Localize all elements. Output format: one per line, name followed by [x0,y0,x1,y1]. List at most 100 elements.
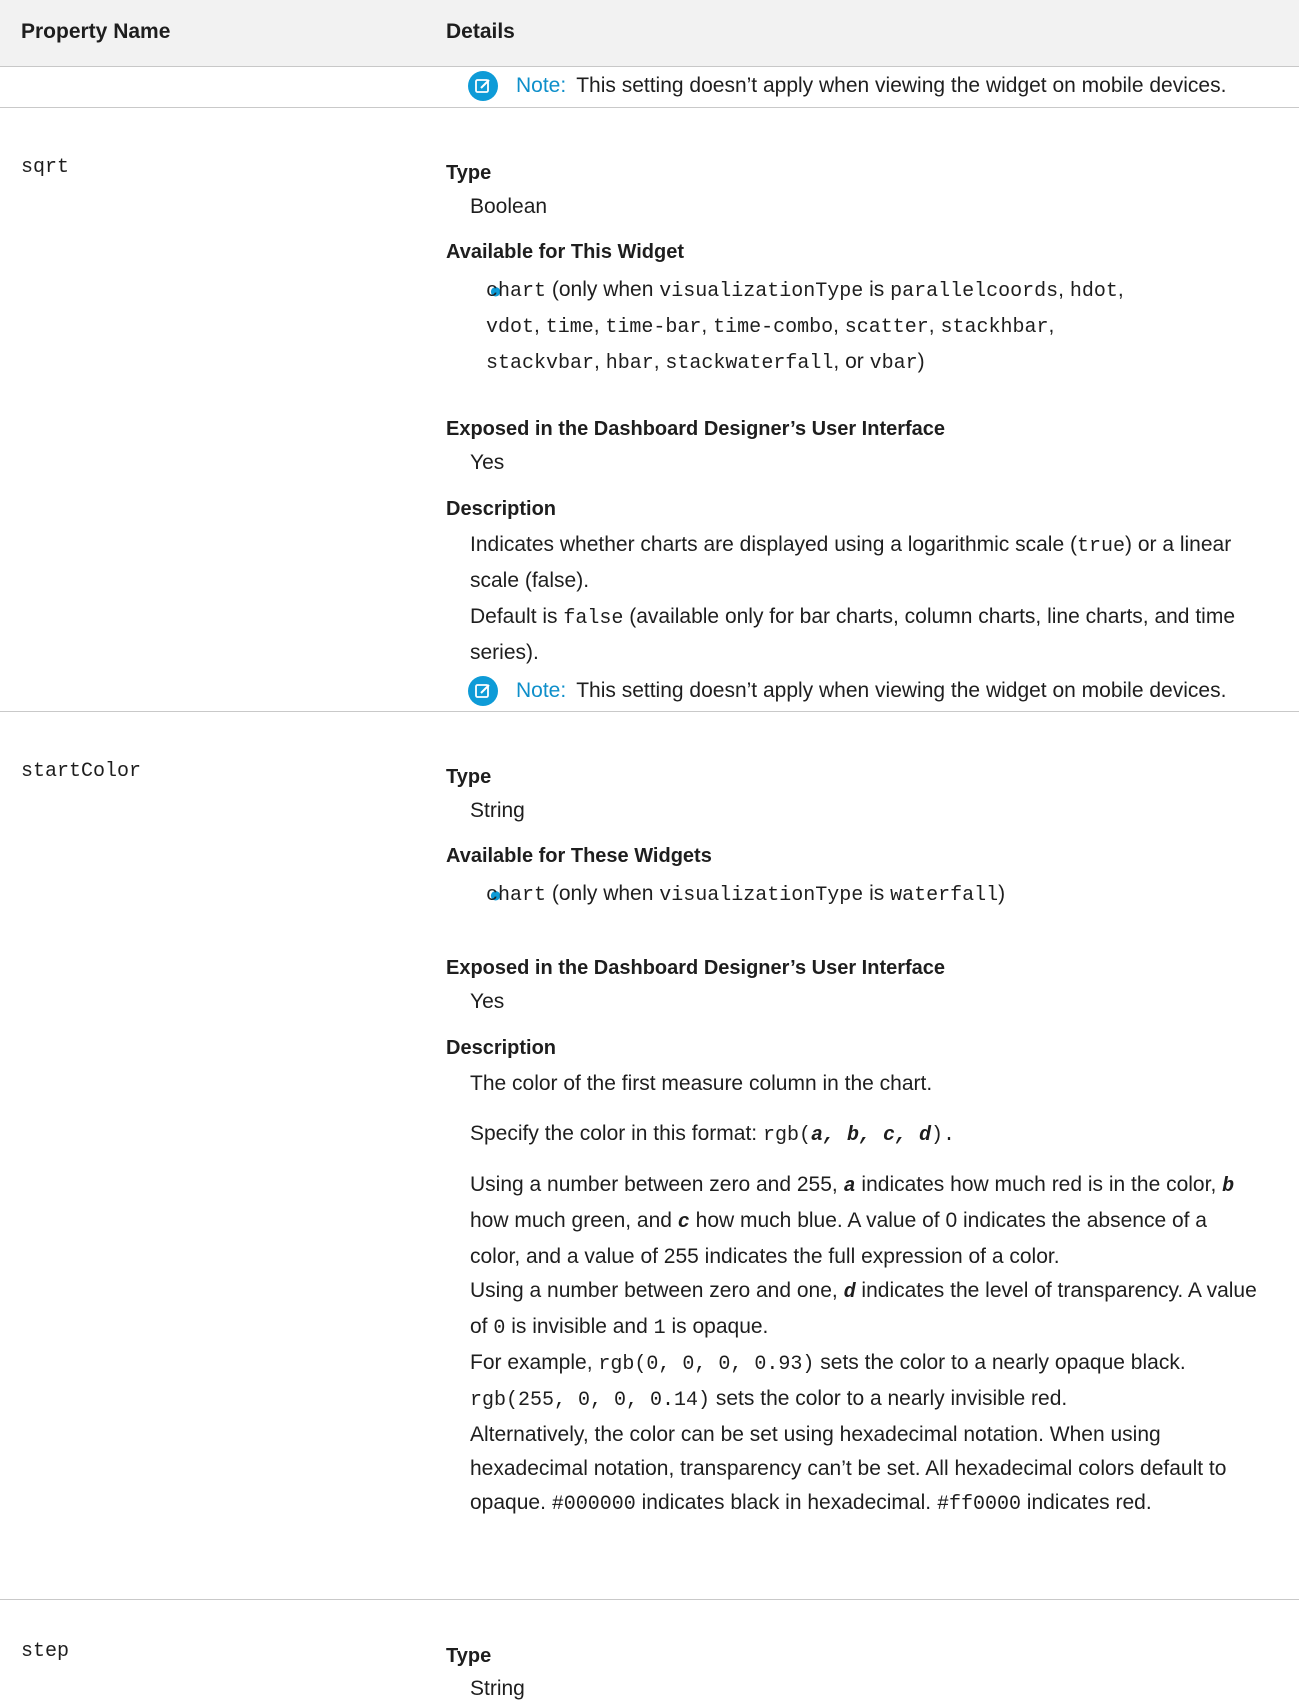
code: rgb( [762,1124,811,1147]
type-label: Type [446,1645,492,1667]
text: ) [917,350,925,373]
exposed-label: Exposed in the Dashboard Designer’s User… [446,418,946,440]
description-label: Description [446,498,557,520]
code: ). [931,1124,956,1147]
text: how much green, and [470,1209,678,1232]
text: indicates black in hexadecimal. [635,1491,937,1514]
description-paragraph: Using a number between zero and one, d i… [470,1274,1284,1346]
code: 0 [493,1317,506,1340]
text: Default is [470,605,564,628]
text: hexadecimal notation, transparency can’t… [470,1457,1227,1480]
note: Note: This setting doesn’t apply when vi… [468,676,1226,706]
edit-note-icon [468,71,498,101]
code-italic: b [1222,1175,1235,1198]
type-value: Boolean [470,195,548,218]
column-header-property-name: Property Name [21,20,171,43]
description-paragraph: Default is false (available only for bar… [470,600,1284,670]
available-label: Available for This Widget [446,241,684,263]
code: scatter [844,316,929,339]
text: is invisible and [505,1315,654,1338]
text: of [470,1315,494,1338]
text: , [594,350,606,373]
text: , [1117,278,1124,301]
text: indicates red. [1020,1491,1152,1514]
text: ) or a linear [1125,533,1232,556]
description-paragraph: Alternatively, the color can be set usin… [470,1418,1284,1522]
description-paragraph: For example, rgb(0, 0, 0, 0.93) sets the… [470,1346,1284,1418]
type-value: String [470,799,525,822]
text: series). [470,641,539,664]
type-label: Type [446,766,492,788]
property-name: sqrt [21,156,70,179]
text: , [701,314,714,337]
note-label: Note: [516,679,567,702]
code: #ff0000 [936,1493,1021,1516]
code: visualizationType [659,884,864,907]
table-row: step Type String [0,1600,1299,1700]
text: how much blue. A value of 0 indicates th… [689,1209,1207,1232]
exposed-value: Yes [470,451,505,474]
text: , [1048,314,1055,337]
text: Specify the color in this format: [470,1122,763,1145]
code: time-combo [713,316,834,339]
code: chart [486,884,547,907]
edit-note-icon [468,676,498,706]
code-italic: d [843,1281,856,1304]
text: For example, [470,1351,599,1374]
text: is [863,882,891,905]
description-paragraph: Specify the color in this format: rgb(a,… [470,1117,1284,1153]
available-list-item: chart (only when visualizationType is pa… [486,273,1124,381]
code: stackwaterfall [665,352,834,375]
text: scale (false). [470,569,590,592]
code: stackhbar [940,316,1049,339]
note-text: This setting doesn’t apply when viewing … [576,74,1227,97]
text: , [833,314,845,337]
text: is [863,278,891,301]
text: Using a number between zero and 255, [470,1173,844,1196]
description-label: Description [446,1037,557,1059]
property-name: startColor [21,760,142,783]
text: , [653,350,666,373]
code: time [545,316,594,339]
text: Indicates whether charts are displayed u… [470,533,1077,556]
text: indicates how much red is in the color, [855,1173,1223,1196]
text: color, and a value of 255 indicates the … [470,1245,1060,1268]
available-label: Available for These Widgets [446,845,712,867]
property-name: step [21,1640,70,1663]
code: true [1076,535,1125,558]
code: hbar [605,352,654,375]
available-list-item: chart (only when visualizationType is wa… [486,877,1005,913]
text: is opaque. [665,1315,769,1338]
description-paragraph: Indicates whether charts are displayed u… [470,528,1284,598]
note: Note: This setting doesn’t apply when vi… [468,71,1226,101]
code: waterfall [890,884,999,907]
description-paragraph: Using a number between zero and 255, a i… [470,1168,1284,1274]
text: opaque. [470,1491,552,1514]
text: , [534,314,546,337]
code: time-bar [605,316,702,339]
code: rgb(255, 0, 0, 0.14) [470,1389,711,1412]
code: #000000 [551,1493,636,1516]
code: hdot [1069,280,1118,303]
code-chart: chart [486,280,547,303]
code: visualizationType [659,280,864,303]
note-label: Note: [516,74,567,97]
text: (available only for bar charts, column c… [623,605,1235,628]
code: false [563,607,624,630]
code: stackvbar [486,352,595,375]
type-value: String [470,1677,525,1700]
text: (only when [546,882,660,905]
text: sets the color to a nearly opaque black. [814,1351,1186,1374]
table-row: startColor Type String Available for The… [0,712,1299,1600]
table-row: Note: This setting doesn’t apply when vi… [0,67,1299,108]
table-row: sqrt Type Boolean Available for This Wid… [0,108,1299,712]
code-italic: a [843,1175,856,1198]
text: Alternatively, the color can be set usin… [470,1423,1161,1446]
text: , [593,314,606,337]
exposed-label: Exposed in the Dashboard Designer’s User… [446,957,946,979]
table-header: Property Name Details [0,0,1299,67]
column-header-details: Details [446,20,515,43]
code: parallelcoords [890,280,1059,303]
code-italic: a, b, c, d [810,1124,932,1147]
text: , [928,314,941,337]
